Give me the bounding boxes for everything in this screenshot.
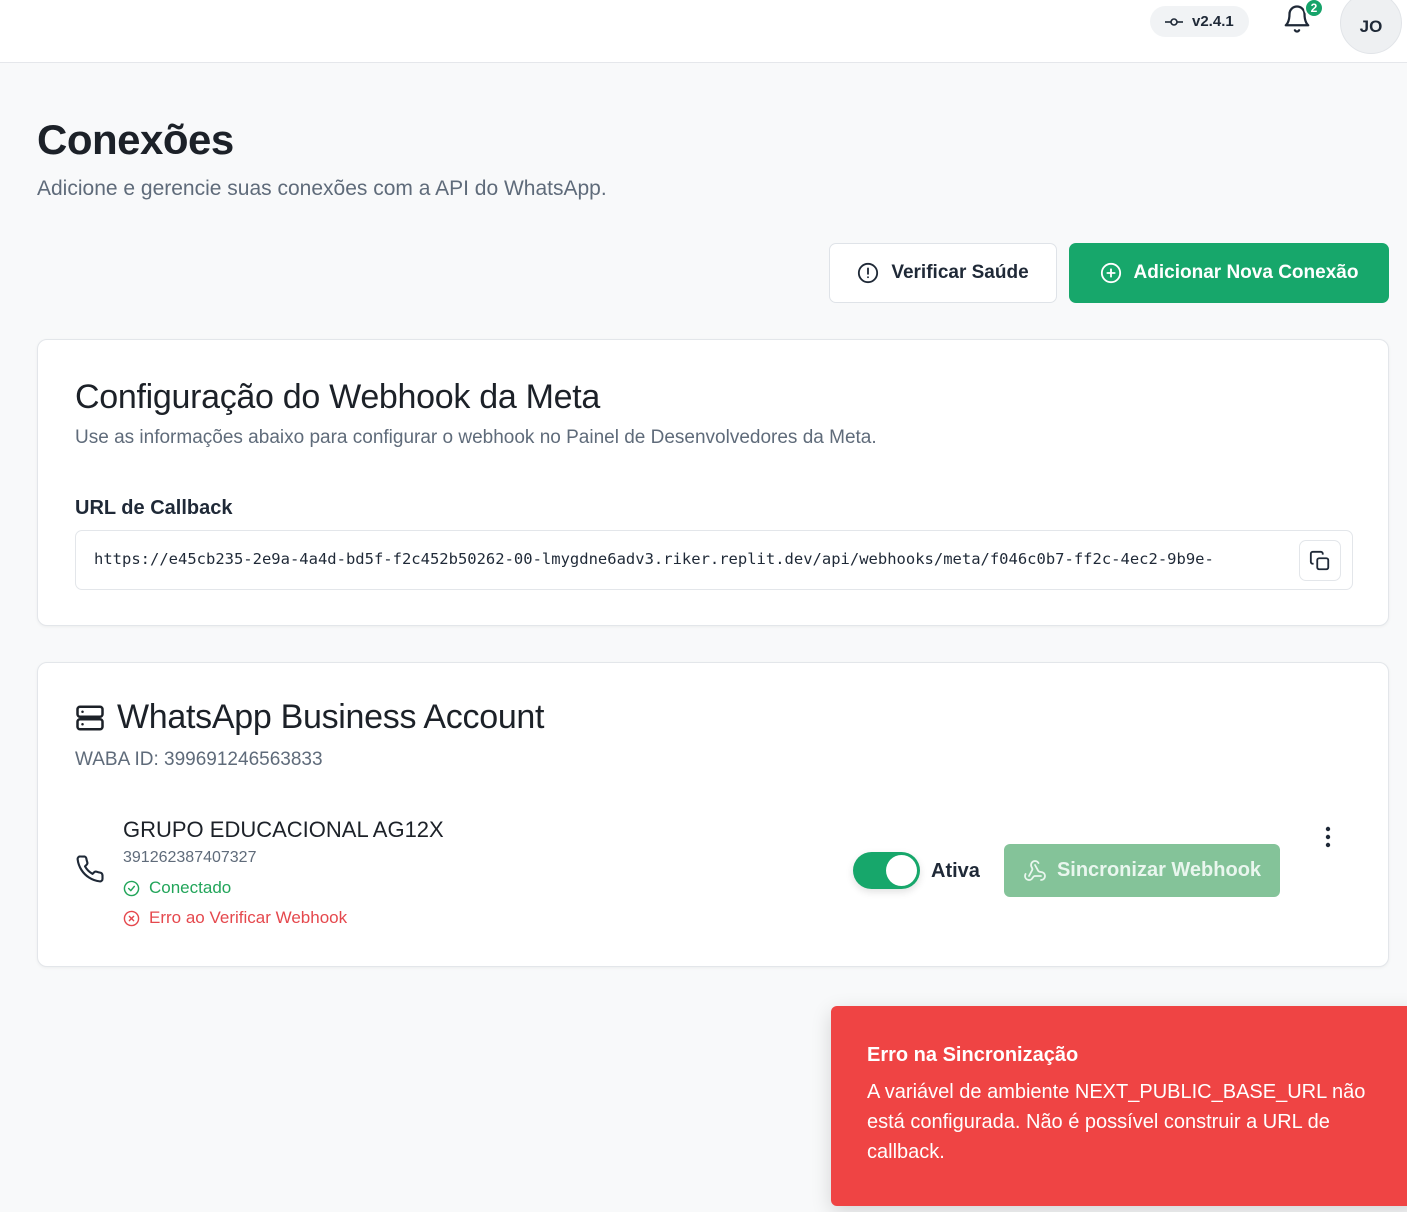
connection-name: GRUPO EDUCACIONAL AG12X — [123, 817, 444, 842]
webhook-config-card: Configuração do Webhook da Meta Use as i… — [37, 339, 1389, 626]
webhook-card-title: Configuração do Webhook da Meta — [75, 378, 600, 416]
toast-message: A variável de ambiente NEXT_PUBLIC_BASE_… — [867, 1081, 1366, 1163]
callback-url-field[interactable]: https://e45cb235-2e9a-4a4d-bd5f-f2c452b5… — [75, 530, 1353, 590]
page-subtitle: Adicione e gerencie suas conexões com a … — [37, 177, 607, 200]
notification-count-badge: 2 — [1304, 0, 1324, 18]
sync-webhook-button[interactable]: Sincronizar Webhook — [1004, 844, 1280, 897]
page-title: Conexões — [37, 116, 234, 163]
webhook-icon — [1024, 859, 1046, 881]
callback-url-label: URL de Callback — [75, 497, 233, 519]
waba-id: WABA ID: 399691246563833 — [75, 749, 323, 770]
add-connection-label: Adicionar Nova Conexão — [1133, 262, 1359, 283]
waba-card: WhatsApp Business Account WABA ID: 39969… — [37, 662, 1389, 967]
check-circle-icon — [123, 880, 140, 896]
version-badge: v2.4.1 — [1150, 6, 1249, 37]
copy-icon — [1309, 550, 1330, 570]
status-connected-text: Conectado — [149, 878, 232, 897]
add-connection-button[interactable]: Adicionar Nova Conexão — [1069, 243, 1389, 303]
sync-webhook-label: Sincronizar Webhook — [1056, 859, 1262, 881]
waba-title: WhatsApp Business Account — [75, 698, 544, 737]
copy-url-button[interactable] — [1299, 540, 1341, 581]
server-icon — [76, 705, 104, 730]
status-connected: Conectado — [123, 878, 231, 898]
notifications-button[interactable]: 2 — [1282, 0, 1324, 36]
active-toggle-label: Ativa — [931, 860, 980, 882]
check-health-label: Verificar Saúde — [891, 262, 1029, 283]
toggle-knob — [886, 855, 917, 886]
check-health-button[interactable]: Verificar Saúde — [829, 243, 1057, 303]
error-toast[interactable]: Erro na Sincronização A variável de ambi… — [831, 1006, 1407, 1206]
toast-title: Erro na Sincronização — [867, 1044, 1079, 1066]
webhook-card-description: Use as informações abaixo para configura… — [75, 427, 877, 448]
callback-url-value[interactable]: https://e45cb235-2e9a-4a4d-bd5f-f2c452b5… — [94, 550, 1274, 568]
version-text: v2.4.1 — [1192, 13, 1234, 30]
connection-phone-id: 391262387407327 — [123, 849, 257, 866]
phone-icon — [76, 855, 104, 883]
user-avatar[interactable]: JO — [1340, 0, 1402, 54]
status-webhook-error-text: Erro ao Verificar Webhook — [149, 908, 348, 927]
more-vertical-icon — [1325, 826, 1331, 848]
top-bar: v2.4.1 2 JO — [0, 0, 1407, 63]
more-options-button[interactable] — [1314, 823, 1342, 851]
alert-circle-icon — [858, 262, 879, 284]
x-circle-icon — [123, 910, 140, 926]
active-toggle[interactable] — [853, 852, 920, 889]
plus-circle-icon — [1100, 262, 1121, 284]
waba-title-text: WhatsApp Business Account — [117, 698, 545, 736]
status-webhook-error: Erro ao Verificar Webhook — [123, 908, 347, 928]
git-commit-icon — [1165, 17, 1183, 26]
